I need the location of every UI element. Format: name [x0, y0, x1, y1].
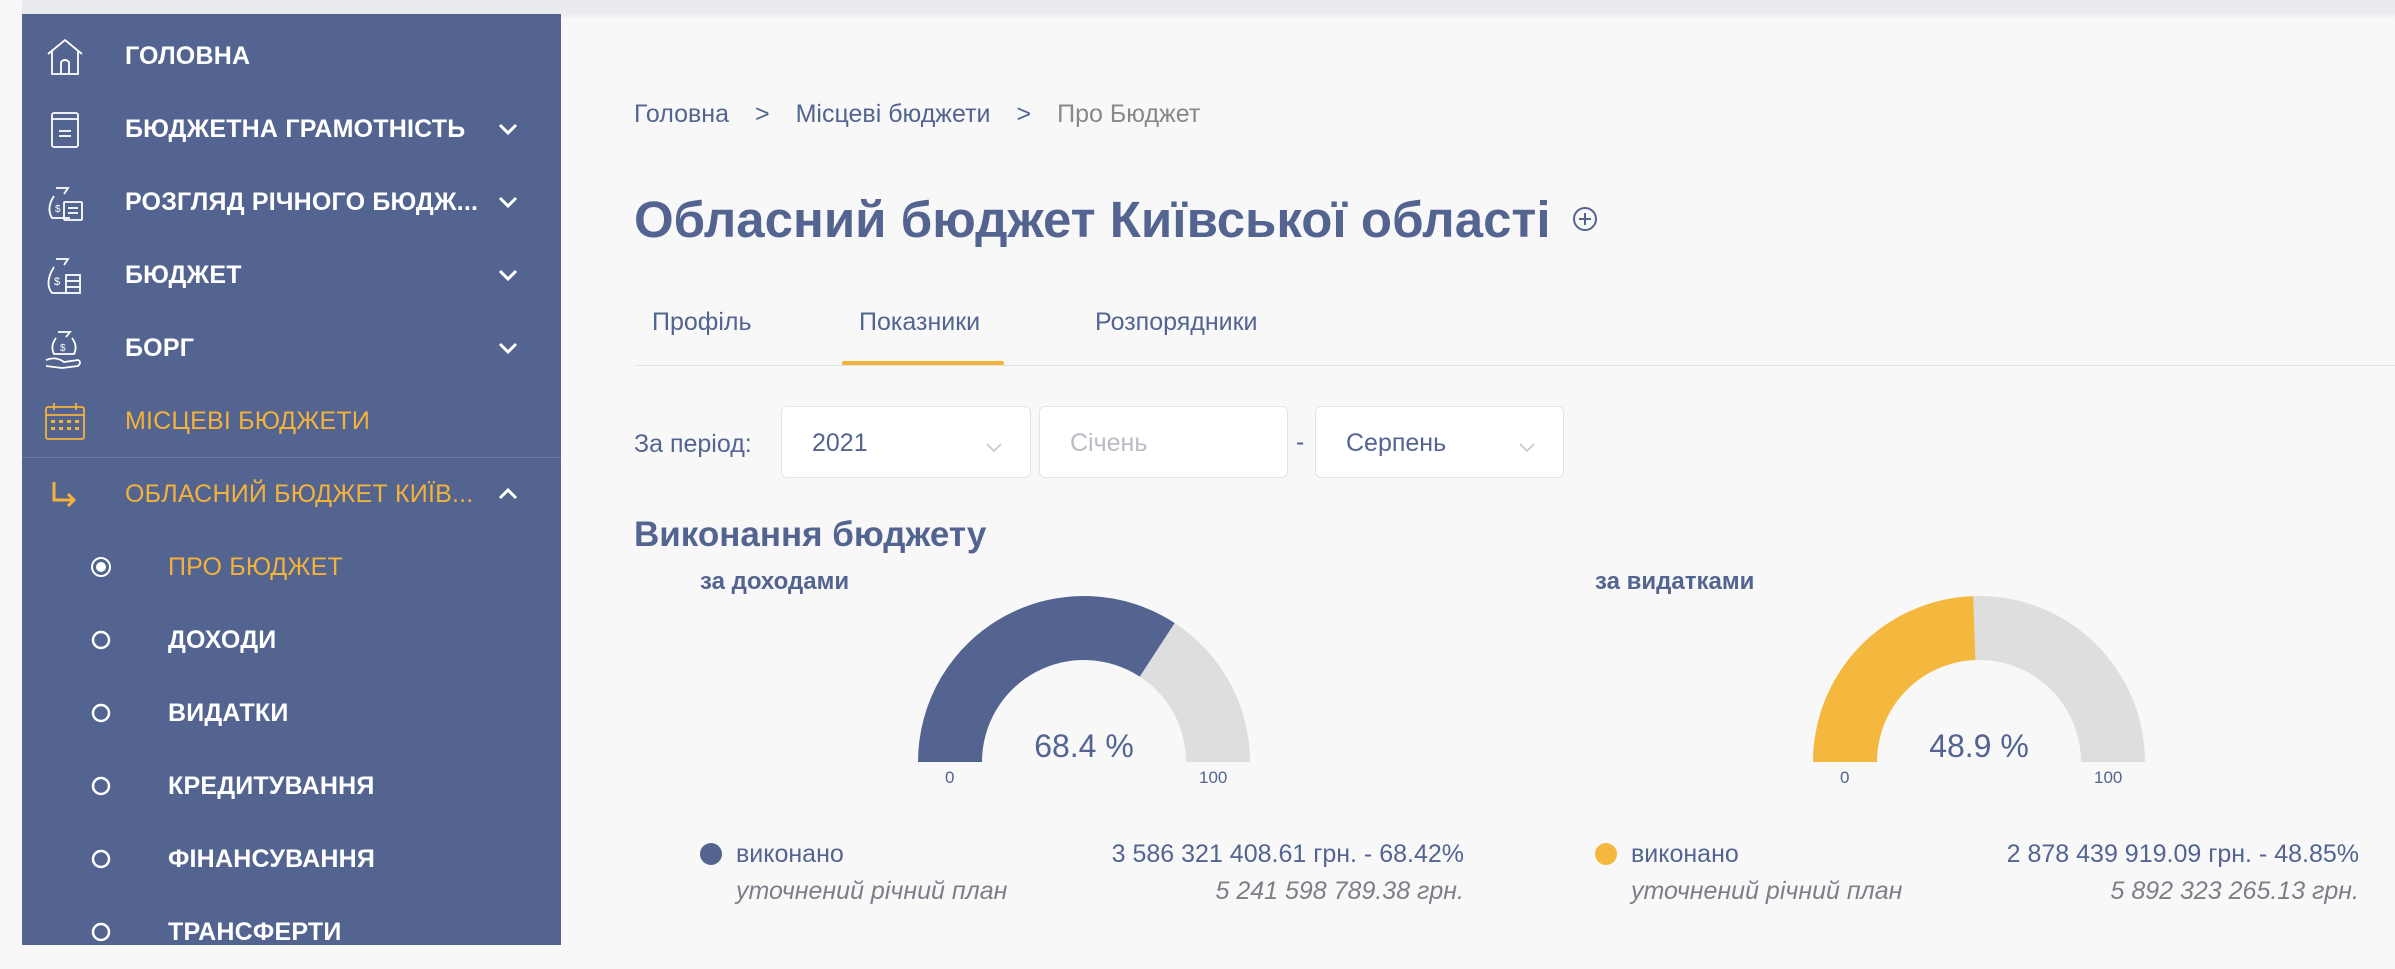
hand-money-icon: $	[45, 331, 81, 369]
chevron-down-icon[interactable]	[494, 334, 522, 362]
radio-icon	[91, 776, 111, 796]
sidebar-item-budget[interactable]: $ БЮДЖЕТ	[22, 239, 561, 312]
radio-selected-icon	[91, 557, 111, 577]
sidebar-item-label: БЮДЖЕТНА ГРАМОТНІСТЬ	[125, 115, 466, 143]
tab-profile[interactable]: Профіль	[652, 308, 752, 337]
sidebar-item-kyiv-regional-budget[interactable]: ОБЛАСНИЙ БЮДЖЕТ КИЇВ...	[22, 458, 561, 531]
breadcrumb-current: Про Бюджет	[1057, 100, 1201, 128]
year-select-value: 2021	[812, 429, 868, 457]
top-bar	[0, 0, 2395, 14]
sidebar-subitem-label: ВИДАТКИ	[168, 699, 289, 727]
sidebar-subitem-label: ДОХОДИ	[168, 626, 277, 654]
chevron-down-icon	[986, 443, 1002, 453]
arrow-return-icon	[52, 482, 77, 508]
revenue-subtitle: за доходами	[700, 568, 850, 595]
calendar-icon	[45, 403, 85, 440]
chevron-up-icon[interactable]	[494, 480, 522, 508]
sidebar-item-label: РОЗГЛЯД РІЧНОГО БЮДЖ...	[125, 188, 479, 216]
expenses-tick-max: 100	[2094, 768, 2123, 787]
radio-icon	[91, 630, 111, 650]
chevron-down-icon	[1519, 443, 1535, 453]
legend-dot-expenses-done	[1595, 843, 1617, 865]
expenses-done-label: виконано	[1631, 840, 1739, 868]
breadcrumb-local-budgets[interactable]: Місцеві бюджети	[796, 100, 991, 129]
sidebar-item-label: МІСЦЕВІ БЮДЖЕТИ	[125, 407, 371, 435]
tab-managers[interactable]: Розпорядники	[1095, 308, 1258, 337]
sidebar-item-debt[interactable]: $ БОРГ	[22, 312, 561, 385]
revenue-done-value: 3 586 321 408.61 грн. - 68.42%	[1111, 840, 1464, 868]
money-bag-calculator-icon: $	[48, 187, 83, 221]
breadcrumb-separator: >	[754, 100, 770, 128]
tab-indicators[interactable]: Показники	[859, 308, 980, 337]
chevron-down-icon[interactable]	[494, 261, 522, 289]
breadcrumb-home[interactable]: Головна	[634, 100, 729, 129]
sidebar-item-annual-budget[interactable]: $ РОЗГЛЯД РІЧНОГО БЮДЖ...	[22, 166, 561, 239]
expenses-plan-value: 5 892 323 265.13 грн.	[2110, 877, 2359, 905]
chevron-down-icon[interactable]	[494, 188, 522, 216]
revenue-plan-label: уточнений річний план	[736, 877, 1008, 905]
add-circle-icon[interactable]	[1571, 205, 1599, 233]
sidebar-subitem-about-budget[interactable]: ПРО БЮДЖЕТ	[22, 531, 561, 604]
month-from-placeholder: Січень	[1070, 429, 1148, 457]
document-icon	[51, 112, 79, 148]
expenses-subtitle: за видатками	[1595, 568, 1755, 595]
money-bag-icon: $	[47, 258, 81, 294]
revenue-percent: 68.4 %	[1034, 728, 1134, 764]
sidebar-subitem-revenue[interactable]: ДОХОДИ	[22, 604, 561, 677]
expenses-plan-label: уточнений річний план	[1631, 877, 1903, 905]
revenue-tick-min: 0	[945, 768, 955, 787]
sidebar-item-label: ГОЛОВНА	[125, 42, 251, 70]
period-label: За період:	[634, 430, 752, 458]
month-to-select[interactable]: Серпень	[1315, 406, 1564, 478]
legend-dot-revenue-done	[700, 843, 722, 865]
svg-text:$: $	[54, 276, 60, 288]
left-gutter	[0, 0, 22, 945]
revenue-plan-value: 5 241 598 789.38 грн.	[1215, 877, 1464, 905]
sidebar-item-label: ОБЛАСНИЙ БЮДЖЕТ КИЇВ...	[125, 480, 474, 508]
expenses-percent: 48.9 %	[1929, 728, 2029, 764]
radio-icon	[91, 849, 111, 869]
expenses-tick-min: 0	[1840, 768, 1850, 787]
sidebar-item-home[interactable]: ГОЛОВНА	[22, 20, 561, 93]
execution-title: Виконання бюджету	[634, 515, 987, 554]
breadcrumb-separator: >	[1016, 100, 1032, 128]
period-dash: -	[1296, 428, 1305, 456]
home-icon	[47, 38, 83, 75]
radio-icon	[91, 922, 111, 942]
revenue-tick-max: 100	[1199, 768, 1228, 787]
sidebar-subitem-expenses[interactable]: ВИДАТКИ	[22, 677, 561, 750]
svg-text:$: $	[55, 204, 61, 215]
expenses-done-value: 2 878 439 919.09 грн. - 48.85%	[2006, 840, 2359, 868]
year-select[interactable]: 2021	[781, 406, 1031, 478]
sidebar-subitem-transfers[interactable]: ТРАНСФЕРТИ	[22, 896, 561, 969]
sidebar-subitem-label: ТРАНСФЕРТИ	[168, 918, 342, 946]
sidebar-subitem-label: ФІНАНСУВАННЯ	[168, 845, 376, 873]
sidebar-item-label: БЮДЖЕТ	[125, 261, 242, 289]
breadcrumb: Головна > Місцеві бюджети > Про Бюджет	[634, 100, 1200, 129]
radio-icon	[91, 703, 111, 723]
sidebar-subitem-lending[interactable]: КРЕДИТУВАННЯ	[22, 750, 561, 823]
sidebar-item-budget-literacy[interactable]: БЮДЖЕТНА ГРАМОТНІСТЬ	[22, 93, 561, 166]
sidebar-subitem-financing[interactable]: ФІНАНСУВАННЯ	[22, 823, 561, 896]
sidebar-subitem-label: КРЕДИТУВАННЯ	[168, 772, 375, 800]
sidebar-subitem-label: ПРО БЮДЖЕТ	[168, 553, 344, 581]
revenue-done-label: виконано	[736, 840, 844, 868]
sidebar-item-local-budgets[interactable]: МІСЦЕВІ БЮДЖЕТИ	[22, 385, 561, 458]
month-to-select-value: Серпень	[1346, 429, 1447, 457]
sidebar: ГОЛОВНА БЮДЖЕТНА ГРАМОТНІСТЬ $ РОЗГЛЯД Р…	[22, 14, 561, 946]
chevron-down-icon[interactable]	[494, 115, 522, 143]
page-title: Обласний бюджет Київської області	[634, 191, 1551, 248]
month-from-select[interactable]: Січень	[1039, 406, 1288, 478]
tabs-divider	[634, 365, 2395, 366]
sidebar-item-label: БОРГ	[125, 334, 195, 362]
svg-text:$: $	[60, 343, 66, 354]
